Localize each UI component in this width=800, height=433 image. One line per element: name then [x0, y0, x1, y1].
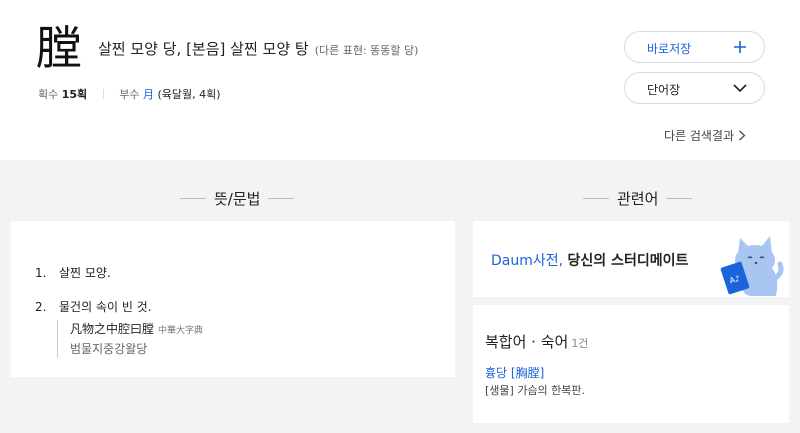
meaning-item-text: 살찐 모양. [59, 266, 111, 280]
radical-detail: (육달월, 4획) [157, 88, 221, 101]
vocab-dropdown-label: 단어장 [647, 83, 681, 97]
stroke-value: 15획 [61, 88, 88, 101]
meaning-section-label: 뜻/문법 [214, 190, 261, 208]
save-button[interactable]: 바로저장 [624, 31, 765, 63]
meaning-item: 1. 살찐 모양. [35, 264, 111, 281]
promo-brand: Daum사전, [491, 253, 564, 269]
compound-count: 1건 [571, 337, 589, 350]
example-translation: 범물지중강왈당 [70, 342, 148, 356]
usage-example: 凡物之中腔曰膛 中華大字典 범물지중강왈당 [57, 320, 203, 358]
meaning-item: 2. 물건의 속이 빈 것. [35, 298, 152, 315]
divider [102, 89, 104, 99]
plus-icon [734, 41, 746, 53]
compound-link[interactable]: 흉당 [胸膛] [485, 364, 544, 381]
related-section-title: 관련어 [575, 188, 700, 209]
title-rule-right [666, 198, 693, 199]
other-results-link[interactable]: 다른 검색결과 [664, 127, 746, 144]
related-section-label: 관련어 [617, 190, 659, 208]
promo-text: Daum사전, 당신의 스터디메이트 [491, 250, 688, 270]
entry-meaning: 살찐 모양 당, [본음] 살찐 모양 탕 (다른 표현: 똥똥할 당) [98, 38, 418, 59]
meaning-panel: 1. 살찐 모양. 2. 물건의 속이 빈 것. 凡物之中腔曰膛 中華大字典 범물지중… [11, 221, 455, 377]
stroke-info: 획수 15획 부수 月 (육달월, 4획) [38, 86, 221, 102]
alt-expression: (다른 표현: 똥똥할 당) [314, 44, 419, 57]
related-words-panel: 복합어 · 숙어 1건 흉당 [胸膛] [생물] 가슴의 한복판. [473, 305, 789, 423]
promo-tagline: 당신의 스터디메이트 [567, 253, 689, 269]
example-source: 中華大字典 [158, 326, 204, 336]
other-results-label: 다른 검색결과 [664, 129, 735, 143]
meaning-text: 살찐 모양 당, [본음] 살찐 모양 탕 [98, 40, 309, 58]
title-rule-right [268, 198, 295, 199]
chevron-down-icon [733, 84, 747, 93]
compound-definition: [생물] 가슴의 한복판. [485, 384, 586, 397]
example-text: 凡物之中腔曰膛 [70, 322, 155, 336]
cat-mascot-icon: A♪ [720, 236, 784, 296]
stroke-label: 획수 [38, 88, 59, 101]
radical-char[interactable]: 月 [143, 88, 154, 101]
promo-banner[interactable]: Daum사전, 당신의 스터디메이트 A♪ [473, 221, 789, 297]
hanja-character: 膛 [36, 21, 82, 75]
vocab-dropdown[interactable]: 단어장 [624, 72, 765, 104]
meaning-section-title: 뜻/문법 [172, 188, 302, 209]
title-rule-left [180, 198, 206, 199]
radical-label: 부수 [119, 88, 140, 101]
chevron-right-icon [739, 130, 746, 141]
meaning-item-number: 2. [35, 300, 47, 314]
meaning-item-text: 물건의 속이 빈 것. [59, 300, 152, 314]
meaning-item-number: 1. [35, 266, 47, 280]
title-rule-left [583, 198, 609, 199]
save-button-label: 바로저장 [647, 42, 692, 56]
compound-heading: 복합어 · 숙어 1건 [485, 331, 588, 352]
compound-heading-label: 복합어 · 숙어 [485, 333, 569, 351]
entry-header: 膛 살찐 모양 당, [본음] 살찐 모양 탕 (다른 표현: 똥똥할 당) 획수… [0, 0, 800, 160]
